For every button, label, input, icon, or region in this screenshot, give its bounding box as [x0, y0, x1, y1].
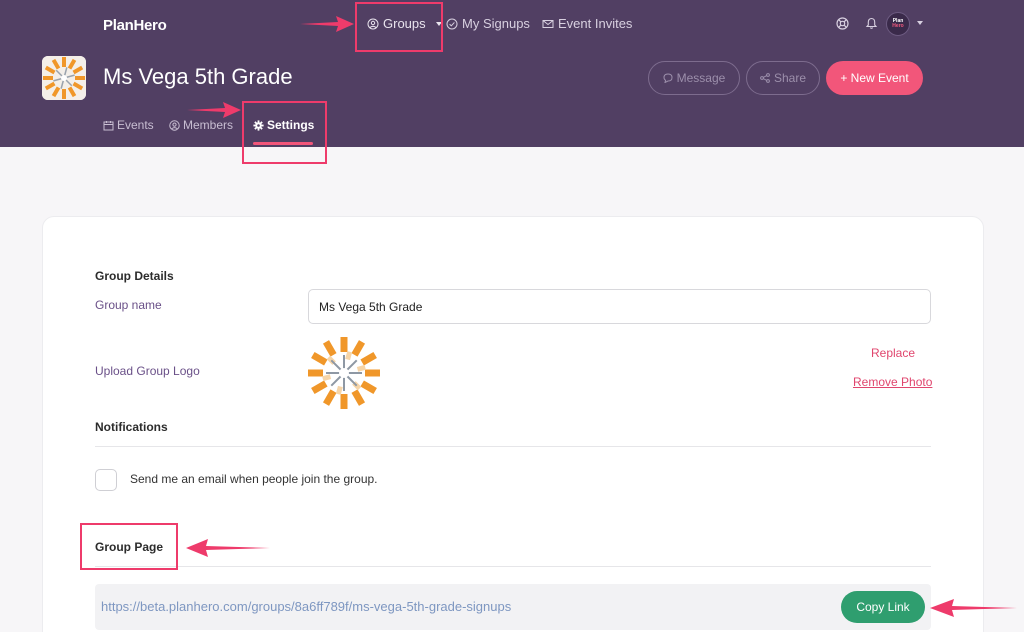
notifications-divider [95, 446, 931, 447]
group-logo [42, 56, 86, 100]
annotation-arrow-left-icon [186, 539, 270, 557]
share-button-label: Share [773, 71, 807, 85]
highlight-box-group-page [80, 523, 178, 570]
message-button-label: Message [676, 71, 726, 85]
annotation-arrow-right-icon [187, 102, 241, 118]
avatar[interactable]: Plan Hero [886, 12, 910, 36]
share-button[interactable]: Share [746, 61, 820, 95]
tab-events-label: Events [117, 118, 154, 132]
upload-logo-label: Upload Group Logo [95, 364, 200, 378]
share-icon [760, 73, 770, 83]
highlight-box-groups [355, 2, 443, 52]
replace-logo-link[interactable]: Replace [871, 346, 915, 360]
brand-logo[interactable]: PlanHero [103, 17, 167, 34]
check-circle-icon [446, 18, 458, 29]
help-icon[interactable] [836, 17, 849, 30]
calendar-icon [103, 120, 114, 130]
message-button[interactable]: Message [648, 61, 740, 95]
group-page-divider [95, 566, 931, 567]
notifications-title: Notifications [95, 420, 168, 434]
nav-my-signups[interactable]: My Signups [446, 16, 530, 31]
page-title: Ms Vega 5th Grade [103, 64, 293, 89]
group-details-title: Group Details [95, 269, 174, 283]
bell-icon[interactable] [865, 17, 878, 30]
highlight-box-settings [242, 101, 327, 164]
annotation-arrow-right-icon [300, 16, 354, 32]
copy-link-button[interactable]: Copy Link [841, 591, 925, 623]
new-event-button[interactable]: + New Event [826, 61, 923, 95]
mail-icon [542, 19, 554, 28]
tab-events[interactable]: Events [103, 118, 154, 132]
notify-join-checkbox[interactable] [95, 469, 117, 491]
tab-members[interactable]: Members [169, 118, 233, 132]
user-circle-icon [169, 119, 180, 131]
tab-members-label: Members [183, 118, 234, 132]
group-logo-preview[interactable] [307, 336, 381, 410]
notify-join-label: Send me an email when people join the gr… [130, 472, 378, 486]
group-page-url[interactable]: https://beta.planhero.com/groups/8a6ff78… [101, 599, 511, 614]
avatar-chevron-down-icon[interactable] [917, 21, 923, 25]
pencil-burst-logo [42, 56, 86, 100]
nav-my-signups-label: My Signups [462, 16, 530, 31]
pencil-burst-logo [307, 336, 381, 410]
remove-photo-link[interactable]: Remove Photo [853, 375, 932, 389]
group-name-label: Group name [95, 298, 162, 312]
avatar-line2: Hero [892, 23, 904, 29]
nav-event-invites[interactable]: Event Invites [542, 16, 632, 31]
settings-card [42, 216, 984, 632]
chat-icon [663, 73, 673, 83]
nav-event-invites-label: Event Invites [558, 16, 633, 31]
group-name-input[interactable] [308, 289, 931, 324]
annotation-arrow-left-icon [930, 599, 1018, 617]
